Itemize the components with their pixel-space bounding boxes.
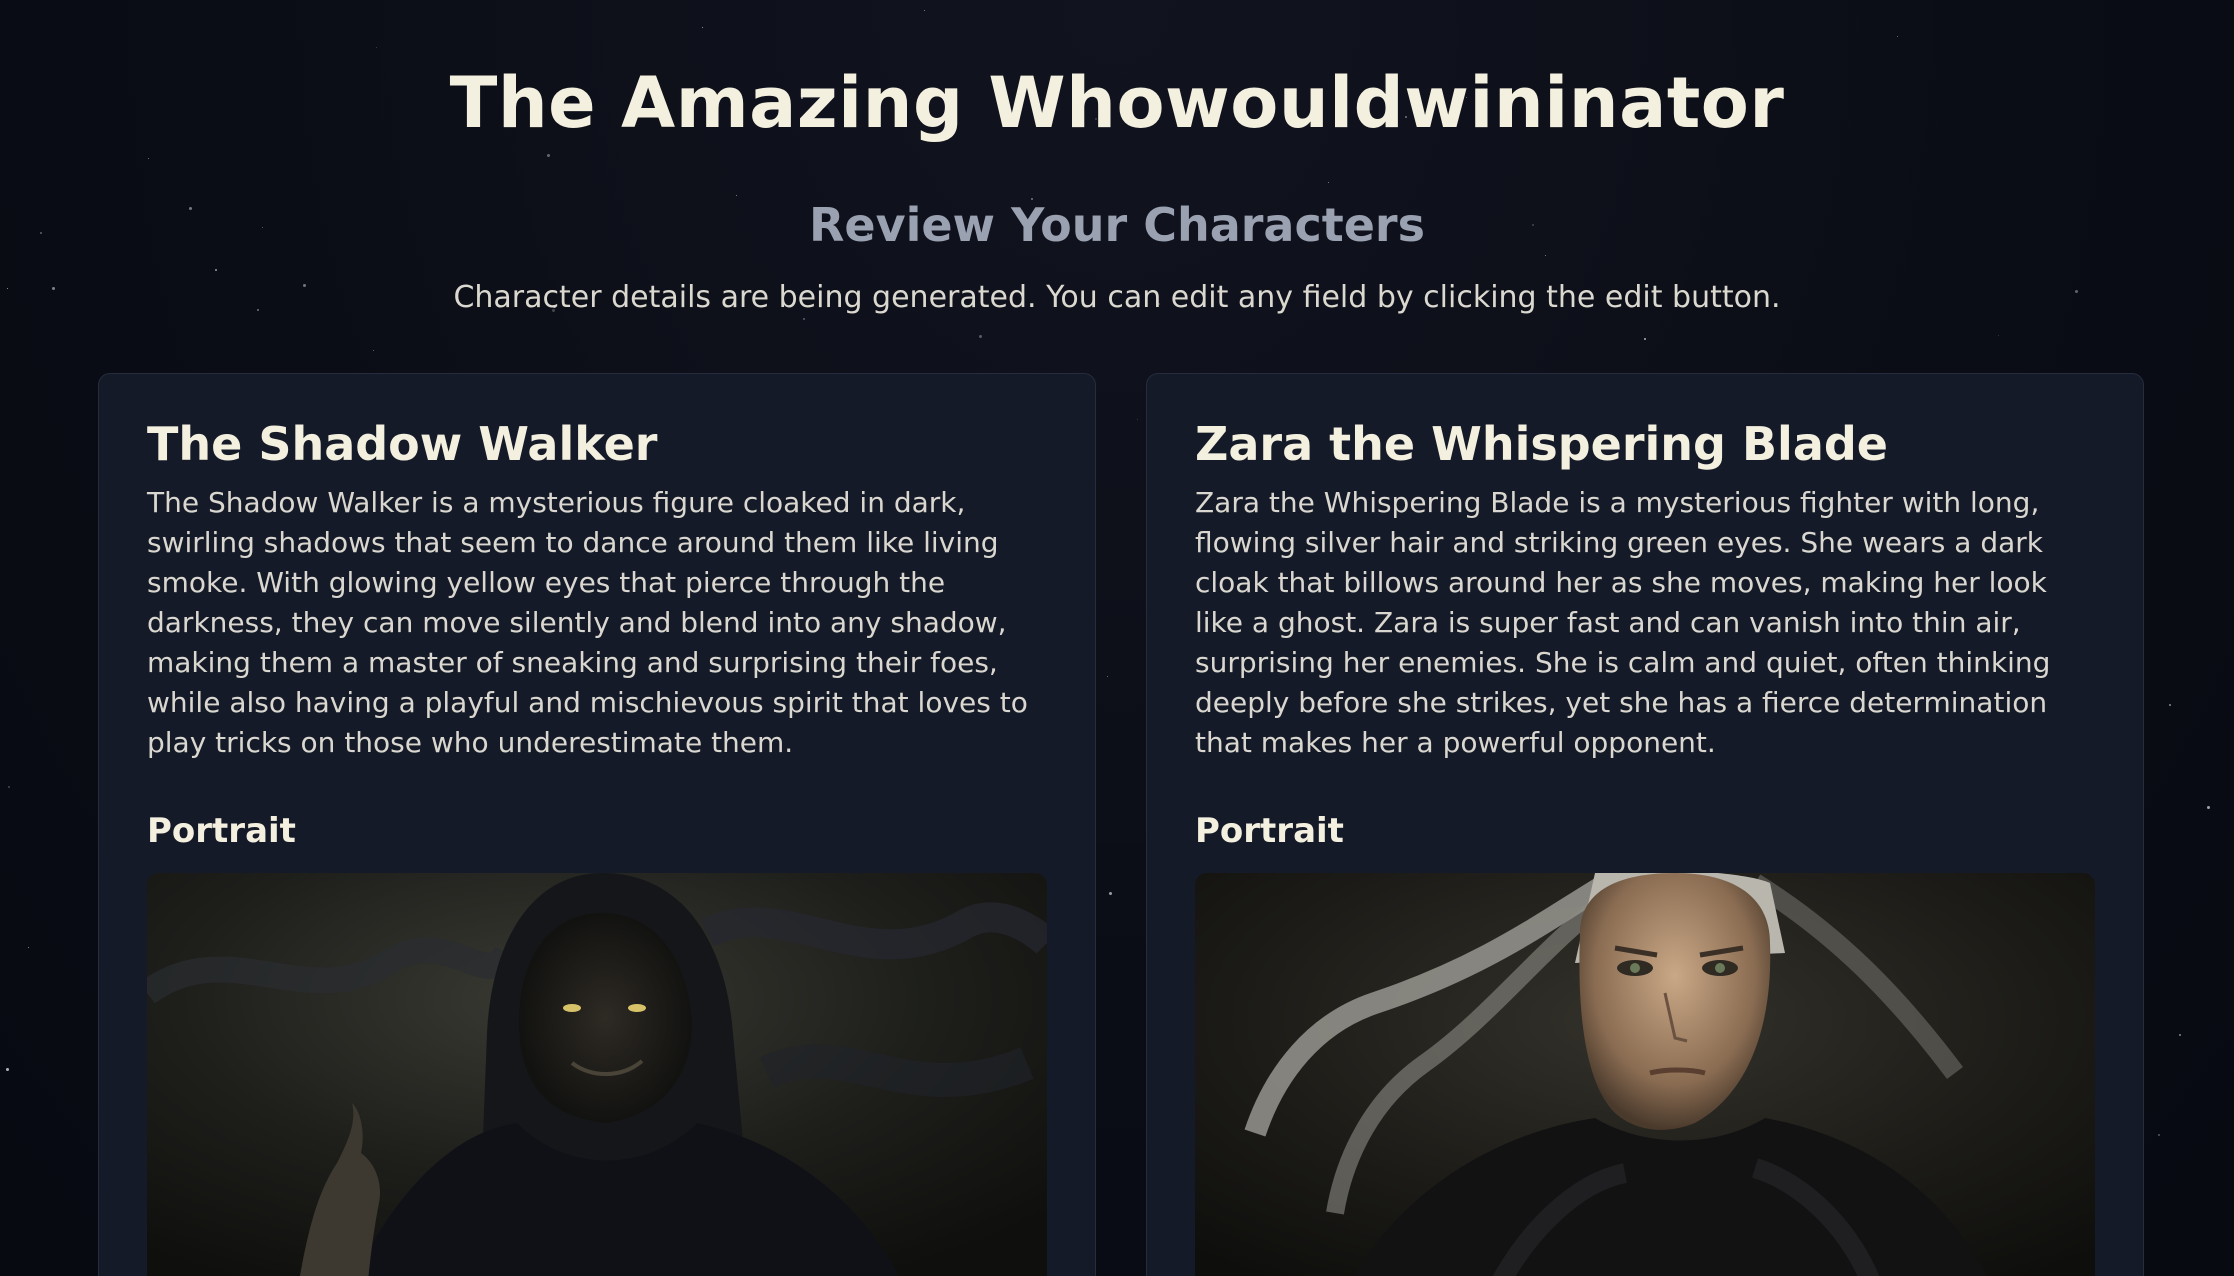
app-title: The Amazing Whowouldwininator (449, 62, 1785, 144)
star-dot (6, 1068, 9, 1071)
star-dot (2169, 704, 2171, 706)
star-dot (373, 350, 374, 351)
star-dot (547, 154, 550, 157)
star-dot (8, 786, 10, 788)
star-dot (1328, 182, 1329, 183)
silver-haired-woman-icon (1195, 872, 2095, 1276)
character-name[interactable]: The Shadow Walker (147, 418, 1047, 471)
star-dot (1107, 676, 1108, 677)
star-dot (1897, 36, 1898, 37)
character-description[interactable]: Zara the Whispering Blade is a mysteriou… (1195, 483, 2095, 763)
character-name[interactable]: Zara the Whispering Blade (1195, 418, 2095, 471)
star-dot (1644, 338, 1646, 340)
star-dot (1109, 892, 1112, 895)
star-dot (924, 10, 925, 11)
character-description[interactable]: The Shadow Walker is a mysterious figure… (147, 483, 1047, 763)
star-dot (2207, 806, 2210, 809)
star-dot (148, 158, 149, 159)
star-dot (215, 269, 217, 271)
character-card-1: The Shadow Walker The Shadow Walker is a… (98, 373, 1096, 1276)
hooded-shadow-figure-icon (147, 872, 1047, 1276)
star-dot (1545, 255, 1546, 256)
star-dot (28, 947, 29, 948)
star-dot (1998, 335, 1999, 336)
star-dot (376, 47, 377, 48)
page: The Amazing Whowouldwininator Review You… (0, 0, 2234, 1276)
character-portrait-image[interactable] (147, 872, 1047, 1276)
star-dot (2179, 1034, 2181, 1036)
star-dot (803, 318, 805, 320)
character-card-2: Zara the Whispering Blade Zara the Whisp… (1146, 373, 2144, 1276)
instructions-text: Character details are being generated. Y… (453, 280, 1781, 315)
portrait-label: Portrait (1195, 810, 1344, 851)
star-dot (979, 335, 982, 338)
star-dot (736, 195, 737, 196)
section-heading: Review Your Characters (808, 198, 1425, 252)
star-dot (702, 27, 703, 28)
portrait-label: Portrait (147, 810, 296, 851)
star-dot (2158, 1134, 2160, 1136)
character-portrait-image[interactable] (1195, 872, 2095, 1276)
star-dot (1137, 419, 1138, 420)
